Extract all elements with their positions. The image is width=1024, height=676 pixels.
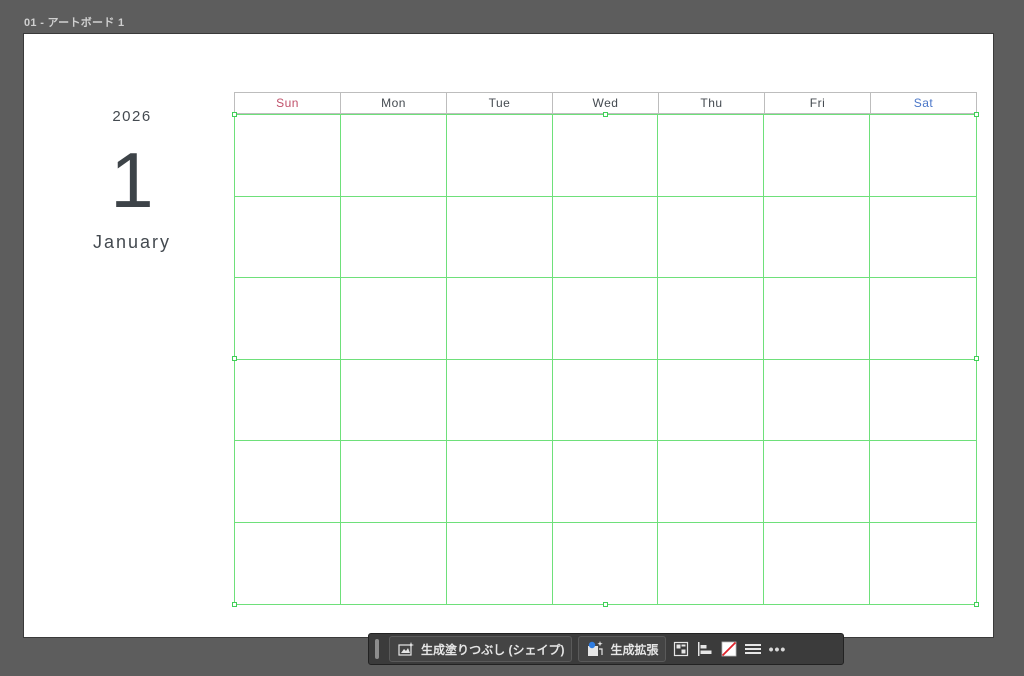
calendar-day-cell: [658, 115, 765, 197]
calendar-day-cell: [340, 115, 447, 197]
calendar-day-cell: [235, 441, 341, 523]
calendar-day-cell: [764, 359, 871, 441]
calendar-day-cell: [764, 115, 871, 197]
calendar-day-cell: [341, 522, 447, 604]
calendar-day-cell: [340, 196, 447, 278]
calendar-day-cell: [235, 522, 341, 604]
weekday-fri: Fri: [765, 93, 871, 113]
calendar-day-cell: [658, 196, 765, 278]
calendar-day-cell: [553, 522, 659, 604]
calendar-day-cell: [658, 441, 765, 523]
calendar-day-cell: [658, 278, 765, 360]
calendar-day-cell: [870, 278, 976, 360]
calendar-day-cell: [446, 441, 553, 523]
calendar-month-number: 1: [110, 136, 154, 224]
calendar-day-cell: [446, 115, 553, 197]
calendar-day-cell: [235, 278, 341, 360]
calendar-day-cell: [447, 522, 553, 604]
generative-expand-label: 生成拡張: [610, 642, 659, 657]
generative-fill-label: 生成塗りつぶし (シェイプ): [421, 642, 565, 657]
calendar-day-cell: [870, 360, 976, 441]
calendar-day-cell: [764, 278, 871, 360]
selection-handle-bottom-center[interactable]: [603, 602, 608, 607]
selection-handle-bottom-left[interactable]: [232, 602, 237, 607]
calendar-grid-selected[interactable]: [234, 114, 977, 605]
calendar-day-cell: [340, 359, 447, 441]
selection-handle-middle-left[interactable]: [232, 356, 237, 361]
weekday-header: Sun Mon Tue Wed Thu Fri Sat: [234, 92, 977, 114]
calendar-year: 2026: [112, 108, 152, 125]
selection-handle-top-left[interactable]: [232, 112, 237, 117]
calendar-day-cell: [870, 523, 976, 605]
selection-handle-top-center[interactable]: [603, 112, 608, 117]
calendar-day-cell: [446, 196, 553, 278]
selection-handle-bottom-right[interactable]: [974, 602, 979, 607]
generative-expand-icon: [586, 640, 604, 658]
calendar-day-cell: [552, 359, 659, 441]
calendar-day-cell: [235, 196, 341, 278]
calendar-day-cell: [552, 278, 659, 360]
weekday-mon: Mon: [341, 93, 447, 113]
calendar-day-cell: [870, 115, 976, 197]
calendar-day-cell: [658, 522, 765, 604]
stroke-lines-icon[interactable]: [744, 640, 762, 658]
calendar-day-cell: [658, 359, 765, 441]
weekday-sat: Sat: [913, 96, 934, 110]
weekday-sun: Sun: [235, 93, 341, 113]
calendar-day-cell: [552, 115, 659, 197]
weekday-tue: Tue: [447, 93, 553, 113]
weekday-thu: Thu: [659, 93, 765, 113]
calendar-day-cell: [764, 441, 871, 523]
generative-fill-button[interactable]: 生成塗りつぶし (シェイプ): [389, 636, 573, 662]
selection-handle-top-right[interactable]: [974, 112, 979, 117]
calendar-day-cell: [340, 441, 447, 523]
calendar-day-cell: [235, 115, 341, 197]
calendar-day-cell: [235, 359, 341, 441]
calendar-month-name: January: [92, 232, 172, 252]
calendar-day-cell: [870, 441, 976, 523]
calendar-day-cell: [446, 278, 553, 360]
no-fill-icon[interactable]: [720, 640, 738, 658]
calendar-day-cell: [552, 196, 659, 278]
contextual-taskbar: 生成塗りつぶし (シェイプ) 生成拡張 •••: [368, 633, 844, 665]
selection-handle-middle-right[interactable]: [974, 356, 979, 361]
arrange-icon[interactable]: [672, 640, 690, 658]
calendar-day-cell: [764, 522, 871, 604]
calendar-day-cell: [446, 359, 553, 441]
align-icon[interactable]: [696, 640, 714, 658]
more-options-icon[interactable]: •••: [768, 640, 786, 658]
calendar-day-cell: [340, 278, 447, 360]
generative-fill-icon: [397, 640, 415, 658]
calendar-day-cell: [870, 197, 976, 278]
taskbar-drag-handle[interactable]: [375, 639, 379, 659]
generative-expand-button[interactable]: 生成拡張: [578, 636, 667, 662]
artboard-name-label[interactable]: 01 - アートボード 1: [24, 14, 124, 30]
calendar-day-cell: [552, 441, 659, 523]
weekday-wed: Wed: [553, 93, 659, 113]
calendar-day-cell: [764, 196, 871, 278]
